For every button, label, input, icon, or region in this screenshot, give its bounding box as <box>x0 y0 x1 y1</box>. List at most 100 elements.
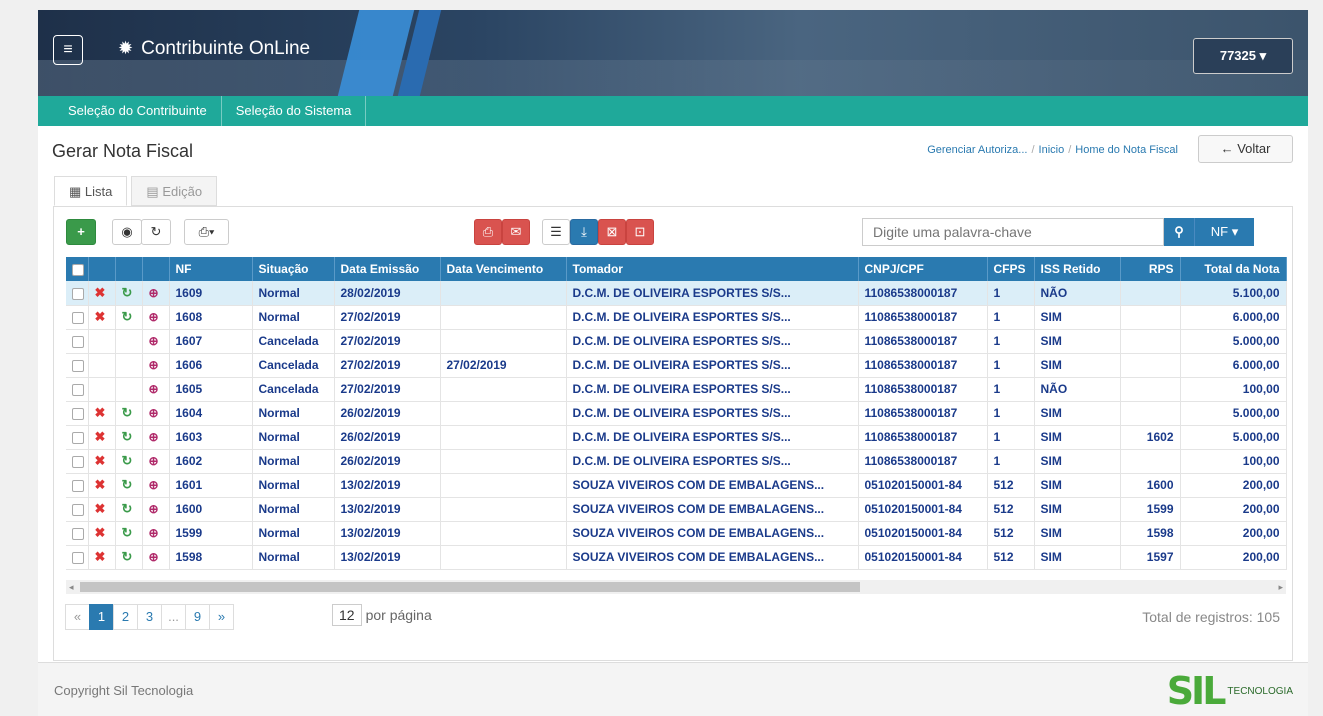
column-header[interactable]: NF <box>169 257 253 281</box>
row-checkbox[interactable] <box>72 335 84 348</box>
breadcrumb-item[interactable]: Inicio <box>1039 144 1065 156</box>
checkbox-cell[interactable] <box>66 281 89 306</box>
column-header[interactable]: Situação <box>252 257 335 281</box>
reissue-cell[interactable]: ↻ <box>115 425 143 450</box>
cancel-icon[interactable]: ✖ <box>95 525 106 540</box>
cancel-icon[interactable]: ✖ <box>95 549 106 564</box>
export-download-button[interactable]: ⤓ <box>570 219 598 245</box>
search-input[interactable] <box>862 218 1164 246</box>
checkbox-cell[interactable] <box>66 305 89 330</box>
zoom-cell[interactable]: ⊕ <box>142 377 170 402</box>
cancel-cell[interactable]: ✖ <box>88 281 116 306</box>
zoom-icon[interactable]: ⊕ <box>149 502 159 516</box>
add-button[interactable]: + <box>66 219 96 245</box>
refresh-icon[interactable]: ↻ <box>122 309 133 324</box>
zoom-icon[interactable]: ⊕ <box>149 406 159 420</box>
refresh-icon[interactable]: ↻ <box>122 285 133 300</box>
zoom-cell[interactable]: ⊕ <box>142 329 170 354</box>
export-list-button[interactable]: ☰ <box>542 219 570 245</box>
select-all-checkbox[interactable] <box>72 263 84 276</box>
view-button[interactable]: ◉ <box>112 219 142 245</box>
zoom-cell[interactable]: ⊕ <box>142 497 170 522</box>
email-button[interactable]: ✉ <box>502 219 530 245</box>
checkbox-cell[interactable] <box>66 521 89 546</box>
page-button[interactable]: 2 <box>113 604 138 630</box>
refresh-icon[interactable]: ↻ <box>122 525 133 540</box>
table-row[interactable]: ✖ ↻ ⊕ 1609 Normal 28/02/2019 D.C.M. DE OLIVEIR… <box>66 281 1287 306</box>
checkbox-cell[interactable] <box>66 353 89 378</box>
column-header[interactable]: Data Vencimento <box>440 257 567 281</box>
table-row[interactable]: ✖ ↻ ⊕ 1600 Normal 13/02/2019 SOUZA VIVEIROS CO… <box>66 497 1287 522</box>
refresh-icon[interactable]: ↻ <box>122 549 133 564</box>
refresh-icon[interactable]: ↻ <box>122 453 133 468</box>
refresh-icon[interactable]: ↻ <box>122 477 133 492</box>
table-row[interactable]: ✖ ↻ ⊕ 1602 Normal 26/02/2019 D.C.M. DE OLIVEIR… <box>66 449 1287 474</box>
cancel-cell[interactable]: ✖ <box>88 449 116 474</box>
cancel-icon[interactable]: ✖ <box>95 501 106 516</box>
column-header[interactable]: Tomador <box>566 257 859 281</box>
zoom-cell[interactable]: ⊕ <box>142 281 170 306</box>
zoom-icon[interactable]: ⊕ <box>149 382 159 396</box>
breadcrumb-item[interactable]: Home do Nota Fiscal <box>1075 144 1178 156</box>
zoom-cell[interactable]: ⊕ <box>142 353 170 378</box>
zoom-icon[interactable]: ⊕ <box>149 550 159 564</box>
checkbox-cell[interactable] <box>66 425 89 450</box>
column-header[interactable]: CNPJ/CPF <box>858 257 988 281</box>
column-header[interactable]: Total da Nota <box>1180 257 1287 281</box>
user-dropdown-button[interactable]: 77325 ▾ <box>1193 38 1293 74</box>
zoom-cell[interactable]: ⊕ <box>142 305 170 330</box>
scrollbar-thumb[interactable] <box>80 582 860 592</box>
checkbox-cell[interactable] <box>66 401 89 426</box>
cancel-icon[interactable]: ✖ <box>95 477 106 492</box>
page-button[interactable]: 1 <box>89 604 114 630</box>
export-excel-button[interactable]: ⊠ <box>598 219 626 245</box>
table-row[interactable]: ⊕ 1607 Cancelada 27/02/2019 D.C.M. DE OLIVEI… <box>66 329 1287 354</box>
row-checkbox[interactable] <box>72 503 84 516</box>
table-row[interactable]: ✖ ↻ ⊕ 1603 Normal 26/02/2019 D.C.M. DE OLIVEIR… <box>66 425 1287 450</box>
cancel-cell[interactable]: ✖ <box>88 305 116 330</box>
zoom-cell[interactable]: ⊕ <box>142 449 170 474</box>
row-checkbox[interactable] <box>72 287 84 300</box>
tab-lista[interactable]: ▦ Lista <box>54 176 128 206</box>
back-button[interactable]: ← Voltar <box>1198 135 1293 163</box>
reissue-cell[interactable]: ↻ <box>115 545 143 570</box>
zoom-icon[interactable]: ⊕ <box>149 454 159 468</box>
zoom-icon[interactable]: ⊕ <box>149 430 159 444</box>
zoom-icon[interactable]: ⊕ <box>149 526 159 540</box>
tab-edicao[interactable]: ▤ Edição <box>131 176 218 206</box>
zoom-icon[interactable]: ⊕ <box>149 286 159 300</box>
column-header[interactable]: CFPS <box>987 257 1035 281</box>
cancel-cell[interactable]: ✖ <box>88 521 116 546</box>
table-row[interactable]: ⊕ 1606 Cancelada 27/02/2019 27/02/2019 D.C.M.… <box>66 353 1287 378</box>
scroll-right-icon[interactable]: ▸ <box>1278 580 1283 594</box>
horizontal-scrollbar[interactable]: ◂ ▸ <box>66 580 1286 594</box>
zoom-icon[interactable]: ⊕ <box>149 310 159 324</box>
page-last-button[interactable]: » <box>209 604 234 630</box>
search-button[interactable]: ⚲ <box>1164 218 1194 246</box>
row-checkbox[interactable] <box>72 551 84 564</box>
breadcrumb-item[interactable]: Gerenciar Autoriza... <box>927 144 1027 156</box>
cancel-icon[interactable]: ✖ <box>95 405 106 420</box>
cancel-icon[interactable]: ✖ <box>95 453 106 468</box>
cancel-icon[interactable]: ✖ <box>95 285 106 300</box>
column-header[interactable]: Data Emissão <box>334 257 441 281</box>
page-button[interactable]: 9 <box>185 604 210 630</box>
subnav-item-selecao-sistema[interactable]: Seleção do Sistema <box>222 96 367 126</box>
zoom-icon[interactable]: ⊕ <box>149 334 159 348</box>
table-row[interactable]: ✖ ↻ ⊕ 1598 Normal 13/02/2019 SOUZA VIVEIROS CO… <box>66 545 1287 570</box>
zoom-icon[interactable]: ⊕ <box>149 358 159 372</box>
reissue-cell[interactable]: ↻ <box>115 521 143 546</box>
zoom-cell[interactable]: ⊕ <box>142 401 170 426</box>
row-checkbox[interactable] <box>72 455 84 468</box>
cancel-icon[interactable]: ✖ <box>95 429 106 444</box>
refresh-icon[interactable]: ↻ <box>122 405 133 420</box>
cancel-cell[interactable]: ✖ <box>88 473 116 498</box>
page-button[interactable]: 3 <box>137 604 162 630</box>
reissue-cell[interactable]: ↻ <box>115 473 143 498</box>
row-checkbox[interactable] <box>72 407 84 420</box>
reissue-cell[interactable]: ↻ <box>115 281 143 306</box>
table-row[interactable]: ✖ ↻ ⊕ 1608 Normal 27/02/2019 D.C.M. DE OLIVEIR… <box>66 305 1287 330</box>
reissue-cell[interactable]: ↻ <box>115 497 143 522</box>
hamburger-menu-button[interactable]: ≡ <box>53 35 83 65</box>
refresh-icon[interactable]: ↻ <box>122 501 133 516</box>
